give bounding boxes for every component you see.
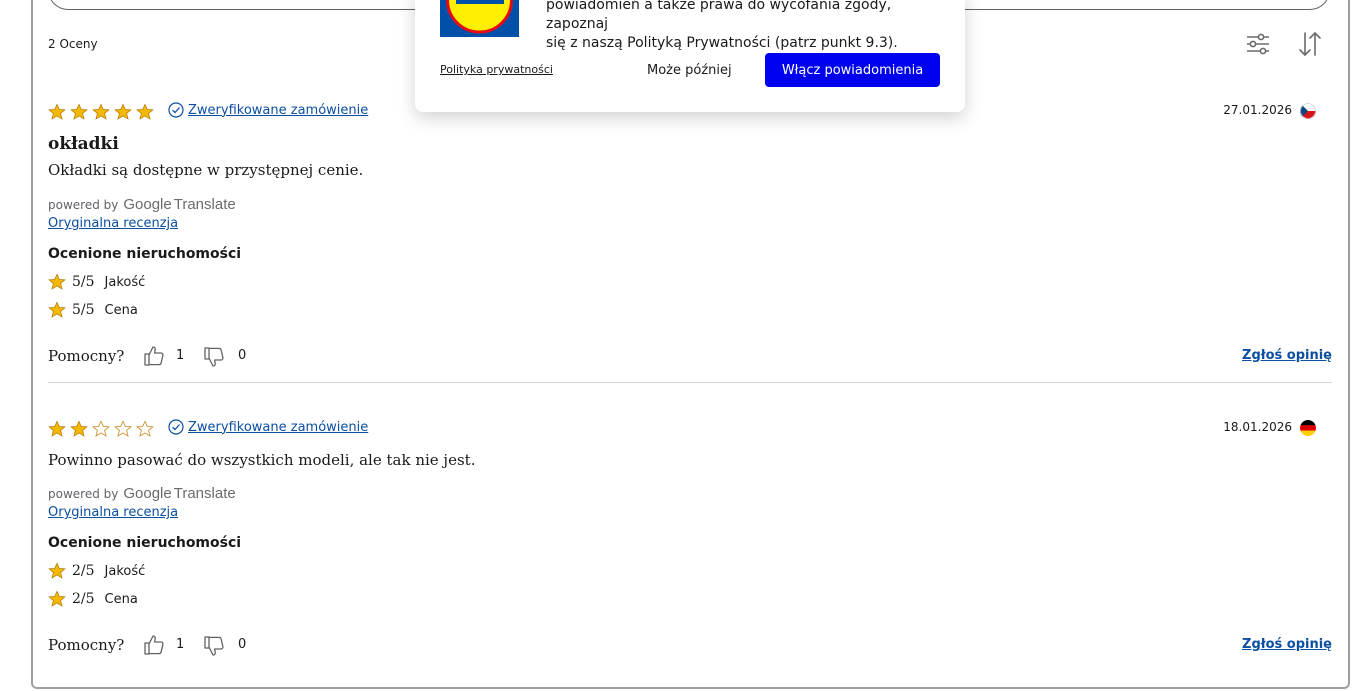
check-circle-icon: [168, 419, 184, 435]
star-filled-icon: [48, 301, 66, 318]
google-translate-attribution: powered by Google Translate: [48, 485, 236, 502]
enable-notifications-button[interactable]: Włącz powiadomienia: [765, 53, 940, 87]
check-circle-icon: [168, 102, 184, 118]
property-score: 5/5: [72, 274, 95, 290]
powered-by-label: powered by: [48, 487, 119, 501]
powered-by-label: powered by: [48, 198, 119, 212]
verified-order[interactable]: Zweryfikowane zamówienie: [168, 102, 368, 118]
sliders-icon[interactable]: [1244, 30, 1272, 58]
property-score: 2/5: [72, 591, 95, 607]
rated-properties-title: Ocenione nieruchomości: [48, 535, 242, 551]
report-review-link[interactable]: Zgłoś opinię: [1242, 637, 1332, 652]
popup-message-line: się z naszą Polityką Prywatności (patrz …: [546, 35, 898, 51]
google-logo: Google: [123, 196, 172, 213]
original-review-link[interactable]: Oryginalna recenzja: [48, 505, 178, 520]
property-price: 5/5 Cena: [48, 301, 138, 319]
property-quality: 2/5 Jakość: [48, 562, 145, 580]
star-filled-icon: [48, 273, 66, 290]
star-filled-icon: [48, 562, 66, 579]
helpful-label: Pomocny?: [48, 347, 125, 365]
germany-flag-icon: [1300, 420, 1316, 436]
thumbs-down-count: 0: [238, 348, 247, 363]
star-empty-icon: [136, 420, 154, 437]
review-title: okładki: [48, 134, 119, 154]
popup-message: powiadomień a także prawa do wycofania z…: [546, 0, 946, 53]
thumbs-up-icon[interactable]: [142, 633, 166, 657]
verified-order[interactable]: Zweryfikowane zamówienie: [168, 419, 368, 435]
review-text: Okładki są dostępne w przystępnej cenie.: [48, 161, 364, 179]
lidl-logo: [440, 0, 519, 37]
property-price: 2/5 Cena: [48, 590, 138, 608]
thumbs-up-count: 1: [176, 348, 185, 363]
thumbs-down-icon[interactable]: [202, 345, 226, 369]
star-filled-icon: [136, 103, 154, 120]
ratings-count: 2 Oceny: [48, 37, 98, 51]
star-filled-icon: [70, 103, 88, 120]
property-score: 5/5: [72, 302, 95, 318]
google-logo: Google: [123, 485, 172, 502]
review-date: 27.01.2026: [1223, 103, 1292, 117]
star-rating: [48, 103, 154, 121]
star-filled-icon: [70, 420, 88, 437]
rated-properties-title: Ocenione nieruchomości: [48, 246, 242, 262]
helpful-label: Pomocny?: [48, 636, 125, 654]
translate-word: Translate: [173, 196, 236, 213]
property-score: 2/5: [72, 563, 95, 579]
property-quality: 5/5 Jakość: [48, 273, 145, 291]
popup-message-line: powiadomień a także prawa do wycofania z…: [546, 0, 892, 32]
verified-order-link[interactable]: Zweryfikowane zamówienie: [188, 103, 368, 118]
thumbs-up-count: 1: [176, 637, 185, 652]
property-name: Jakość: [104, 274, 146, 290]
review-text: Powinno pasować do wszystkich modeli, al…: [48, 451, 476, 469]
star-filled-icon: [114, 103, 132, 120]
review-date: 18.01.2026: [1223, 420, 1292, 434]
star-filled-icon: [92, 103, 110, 120]
property-name: Cena: [104, 591, 138, 607]
privacy-policy-link[interactable]: Polityka prywatności: [440, 63, 553, 76]
notification-popup: powiadomień a także prawa do wycofania z…: [415, 0, 965, 112]
thumbs-down-count: 0: [238, 637, 247, 652]
maybe-later-button[interactable]: Może później: [647, 63, 732, 78]
google-translate-attribution: powered by Google Translate: [48, 196, 236, 213]
thumbs-down-icon[interactable]: [202, 634, 226, 658]
star-filled-icon: [48, 103, 66, 120]
star-filled-icon: [48, 420, 66, 437]
property-name: Jakość: [104, 563, 146, 579]
star-empty-icon: [114, 420, 132, 437]
star-filled-icon: [48, 590, 66, 607]
thumbs-up-icon[interactable]: [142, 344, 166, 368]
property-name: Cena: [104, 302, 138, 318]
report-review-link[interactable]: Zgłoś opinię: [1242, 348, 1332, 363]
verified-order-link[interactable]: Zweryfikowane zamówienie: [188, 420, 368, 435]
original-review-link[interactable]: Oryginalna recenzja: [48, 216, 178, 231]
czech-flag-icon: [1300, 103, 1316, 119]
sort-arrows-icon[interactable]: [1296, 30, 1324, 58]
translate-word: Translate: [173, 485, 236, 502]
review-divider: [48, 382, 1332, 383]
star-rating: [48, 420, 154, 438]
star-empty-icon: [92, 420, 110, 437]
